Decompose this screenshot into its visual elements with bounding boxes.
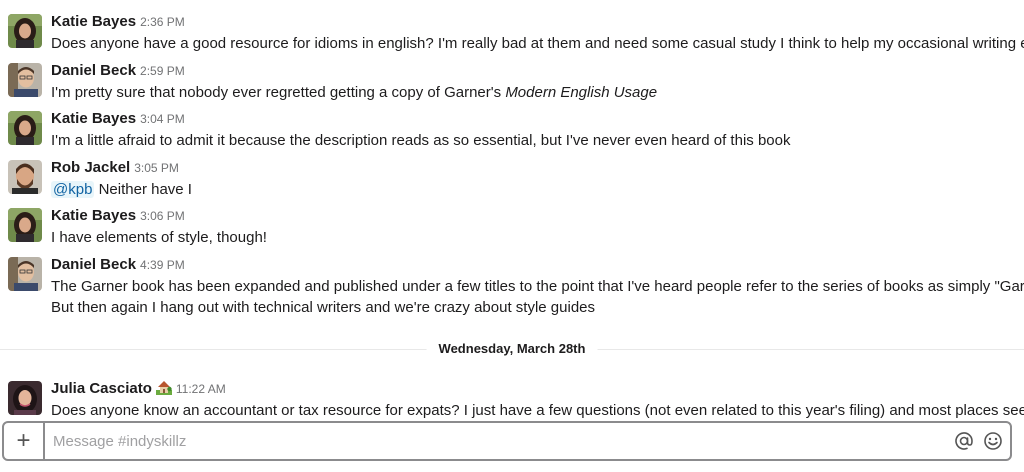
message-header: Daniel Beck 2:59 PM <box>51 61 185 81</box>
message-text: Does anyone know an accountant or tax re… <box>51 402 1024 419</box>
message: Katie Bayes 3:04 PM I'm a little afraid t… <box>0 109 1024 153</box>
timestamp[interactable]: 3:04 PM <box>140 112 185 126</box>
avatar-katie-bayes-icon <box>8 14 42 48</box>
house-with-garden-icon[interactable] <box>155 379 172 395</box>
attach-plus-button[interactable]: + <box>4 423 45 459</box>
smiley-icon[interactable] <box>983 431 1003 451</box>
message-input[interactable] <box>45 423 913 459</box>
user-mention[interactable]: @kpb <box>51 181 95 198</box>
message: Katie Bayes 2:36 PM Does anyone have a go… <box>0 12 1024 56</box>
sender-name[interactable]: Katie Bayes <box>51 207 136 224</box>
message: Daniel Beck 2:59 PM I'm pretty sure that … <box>0 61 1024 105</box>
avatar[interactable] <box>8 160 42 194</box>
avatar[interactable] <box>8 14 42 48</box>
avatar-katie-bayes-icon <box>8 111 42 145</box>
avatar[interactable] <box>8 111 42 145</box>
timestamp[interactable]: 2:59 PM <box>140 64 185 78</box>
sender-name[interactable]: Rob Jackel <box>51 159 130 176</box>
sender-name[interactable]: Katie Bayes <box>51 13 136 30</box>
sender-name[interactable]: Daniel Beck <box>51 256 136 273</box>
message-pane: Katie Bayes 2:36 PM Does anyone have a go… <box>0 0 1024 472</box>
avatar[interactable] <box>8 381 42 415</box>
avatar-julia-casciato-icon <box>8 381 42 415</box>
message-text-part: I'm pretty sure that nobody ever regrett… <box>51 84 506 101</box>
message-text: I'm pretty sure that nobody ever regrett… <box>51 82 1016 103</box>
message: Katie Bayes 3:06 PM I have elements of st… <box>0 206 1024 250</box>
date-divider: Wednesday, March 28th <box>0 339 1024 359</box>
avatar-daniel-beck-icon <box>8 63 42 97</box>
date-divider-label[interactable]: Wednesday, March 28th <box>426 339 598 359</box>
message-header: Katie Bayes 3:04 PM <box>51 109 185 129</box>
message-text-part: Neither have I <box>94 181 192 198</box>
avatar-katie-bayes-icon <box>8 208 42 242</box>
message-header: Daniel Beck 4:39 PM <box>51 255 185 275</box>
avatar[interactable] <box>8 63 42 97</box>
sender-name[interactable]: Daniel Beck <box>51 62 136 79</box>
message-text: The Garner book has been expanded and pu… <box>51 276 1024 318</box>
message-text: I'm a little afraid to admit it because … <box>51 132 791 149</box>
message-text: I have elements of style, though! <box>51 229 267 246</box>
timestamp[interactable]: 3:06 PM <box>140 209 185 223</box>
timestamp[interactable]: 11:22 AM <box>176 382 226 396</box>
message-text: @kpb Neither have I <box>51 179 1016 200</box>
sender-name[interactable]: Julia Casciato <box>51 380 152 397</box>
message-text: Does anyone have a good resource for idi… <box>51 35 1024 52</box>
message: Julia Casciato 11:22 AM Does anyone know … <box>0 379 1024 423</box>
avatar[interactable] <box>8 208 42 242</box>
message-header: Julia Casciato 11:22 AM <box>51 379 226 399</box>
timestamp[interactable]: 3:05 PM <box>134 161 179 175</box>
at-sign-icon[interactable] <box>954 431 974 451</box>
avatar-daniel-beck-icon <box>8 257 42 291</box>
message-header: Katie Bayes 3:06 PM <box>51 206 185 226</box>
message: Rob Jackel 3:05 PM @kpb Neither have I <box>0 158 1024 202</box>
message-composer: + <box>2 421 1012 461</box>
message-header: Katie Bayes 2:36 PM <box>51 12 185 32</box>
timestamp[interactable]: 2:36 PM <box>140 15 185 29</box>
book-title: Modern English Usage <box>505 84 658 101</box>
timestamp[interactable]: 4:39 PM <box>140 258 185 272</box>
avatar-rob-jackel-icon <box>8 160 42 194</box>
sender-name[interactable]: Katie Bayes <box>51 110 136 127</box>
avatar[interactable] <box>8 257 42 291</box>
message-line: The Garner book has been expanded and pu… <box>51 278 1024 295</box>
message: Daniel Beck 4:39 PM The Garner book has b… <box>0 255 1024 321</box>
message-header: Rob Jackel 3:05 PM <box>51 158 179 178</box>
message-line: But then again I hang out with technical… <box>51 299 596 316</box>
